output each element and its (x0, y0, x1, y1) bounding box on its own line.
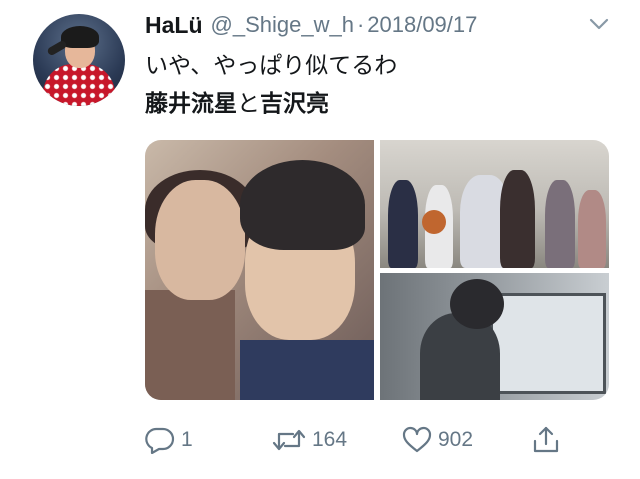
reply-count: 1 (181, 428, 193, 451)
media-grid (145, 140, 609, 400)
tweet-text-line2: 藤井流星と吉沢亮 (145, 84, 329, 118)
image-2-person (545, 180, 575, 268)
retweet-button[interactable]: 164 (272, 420, 347, 460)
media-image-2[interactable] (380, 140, 609, 268)
avatar-hair (61, 26, 99, 48)
separator-dot: · (356, 12, 365, 37)
image-2-person (500, 170, 535, 268)
tweet-header: HaLü @_Shige_w_h · 2018/09/17 (145, 8, 477, 42)
like-button[interactable]: 902 (402, 420, 473, 460)
mention-name-2: 吉沢亮 (260, 90, 329, 116)
author-name[interactable]: HaLü (145, 12, 203, 39)
tweet-date[interactable]: 2018/09/17 (367, 12, 477, 38)
reply-button[interactable]: 1 (145, 420, 193, 460)
avatar-shirt (43, 64, 115, 106)
image-1-hair-right (240, 160, 365, 250)
author-handle[interactable]: @_Shige_w_h (211, 12, 354, 38)
image-2-person (578, 190, 606, 268)
like-count: 902 (438, 428, 474, 451)
chevron-down-icon[interactable] (588, 16, 610, 32)
share-button[interactable] (532, 420, 560, 460)
tweet-text-line1: いや、やっぱり似てるわ (145, 52, 398, 78)
action-bar: 1 164 902 (145, 420, 615, 460)
image-2-ball (422, 210, 446, 234)
image-1-arm (145, 290, 235, 400)
text-joiner: と (237, 90, 260, 116)
media-image-1[interactable] (145, 140, 374, 400)
image-1-face-left (155, 180, 245, 300)
avatar[interactable] (33, 14, 125, 106)
image-3-head (450, 279, 504, 329)
like-icon (402, 426, 432, 454)
share-icon (532, 425, 560, 455)
image-3-window (490, 293, 606, 394)
retweet-count: 164 (312, 428, 348, 451)
mention-name-1: 藤井流星 (145, 90, 237, 116)
media-image-3[interactable] (380, 273, 609, 400)
retweet-icon (272, 426, 306, 454)
image-1-shirt (240, 340, 374, 400)
image-2-person (388, 180, 418, 268)
reply-icon (145, 426, 175, 454)
